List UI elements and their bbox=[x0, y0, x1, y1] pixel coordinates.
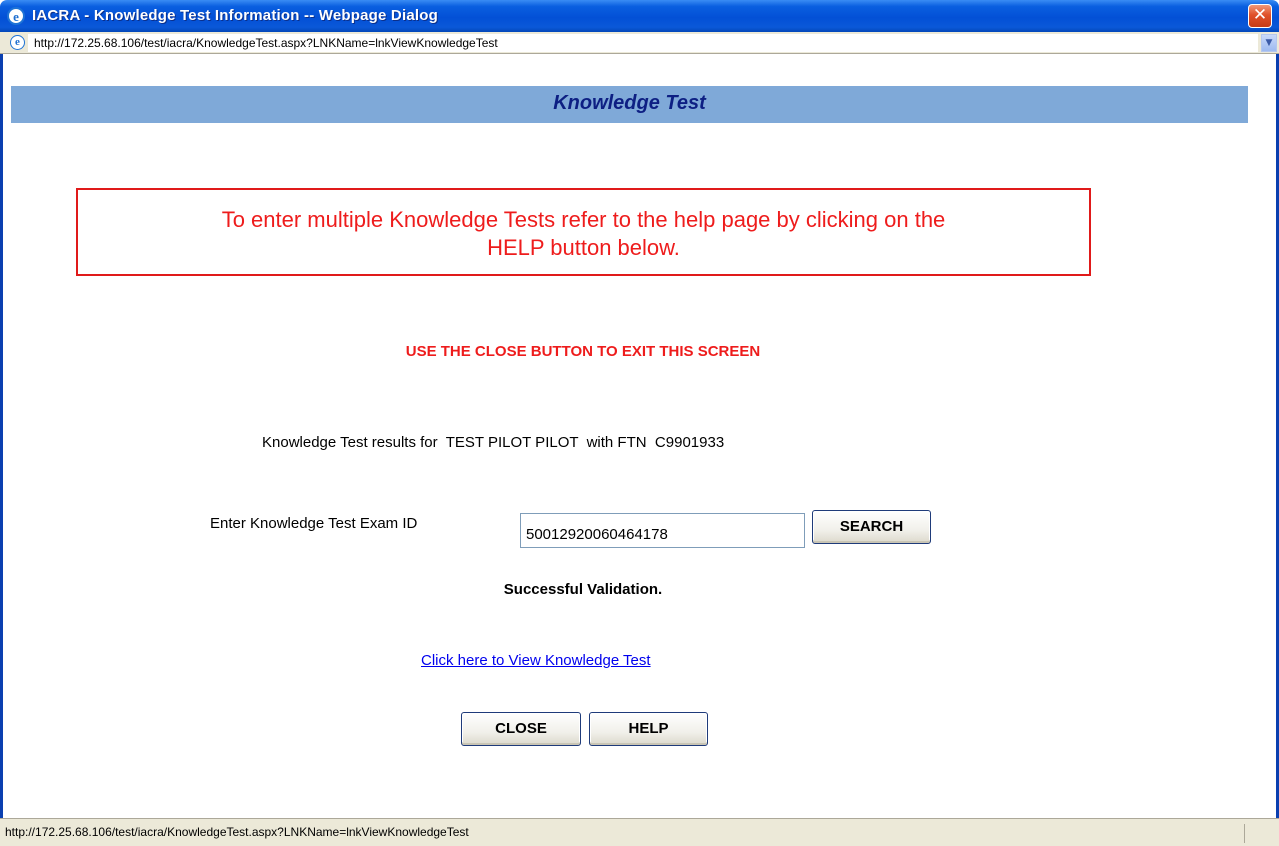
page-title: Knowledge Test bbox=[553, 92, 706, 114]
address-dropdown-icon[interactable]: ▼ bbox=[1261, 34, 1277, 52]
notice-box: To enter multiple Knowledge Tests refer … bbox=[76, 188, 1091, 276]
window-title: IACRA - Knowledge Test Information -- We… bbox=[32, 7, 438, 24]
search-button[interactable]: SEARCH bbox=[812, 510, 931, 544]
notice-line-2: HELP button below. bbox=[487, 235, 680, 260]
exam-id-input[interactable]: 50012920060464178 bbox=[520, 513, 805, 548]
exit-message: USE THE CLOSE BUTTON TO EXIT THIS SCREEN bbox=[405, 343, 761, 360]
results-text: Knowledge Test results for TEST PILOT PI… bbox=[262, 434, 725, 451]
header-band: Knowledge Test bbox=[11, 86, 1248, 123]
notice-text: To enter multiple Knowledge Tests refer … bbox=[78, 206, 1089, 262]
status-bar: http://172.25.68.106/test/iacra/Knowledg… bbox=[0, 818, 1279, 846]
window-close-icon[interactable]: ✕ bbox=[1248, 4, 1272, 28]
title-bar[interactable]: e IACRA - Knowledge Test Information -- … bbox=[0, 0, 1279, 32]
exam-id-label: Enter Knowledge Test Exam ID bbox=[210, 515, 418, 532]
address-field: http://172.25.68.106/test/iacra/Knowledg… bbox=[28, 34, 1258, 52]
close-button[interactable]: CLOSE bbox=[461, 712, 581, 746]
notice-line-1: To enter multiple Knowledge Tests refer … bbox=[221, 207, 946, 232]
ie-icon: e bbox=[7, 7, 25, 25]
status-text: http://172.25.68.106/test/iacra/Knowledg… bbox=[5, 824, 1245, 843]
address-bar: e http://172.25.68.106/test/iacra/Knowle… bbox=[0, 32, 1279, 54]
help-button[interactable]: HELP bbox=[589, 712, 708, 746]
address-url: http://172.25.68.106/test/iacra/Knowledg… bbox=[34, 36, 498, 50]
view-knowledge-test-link[interactable]: Click here to View Knowledge Test bbox=[421, 652, 651, 669]
success-message: Successful Validation. bbox=[503, 581, 663, 598]
ie-page-icon: e bbox=[10, 35, 25, 50]
